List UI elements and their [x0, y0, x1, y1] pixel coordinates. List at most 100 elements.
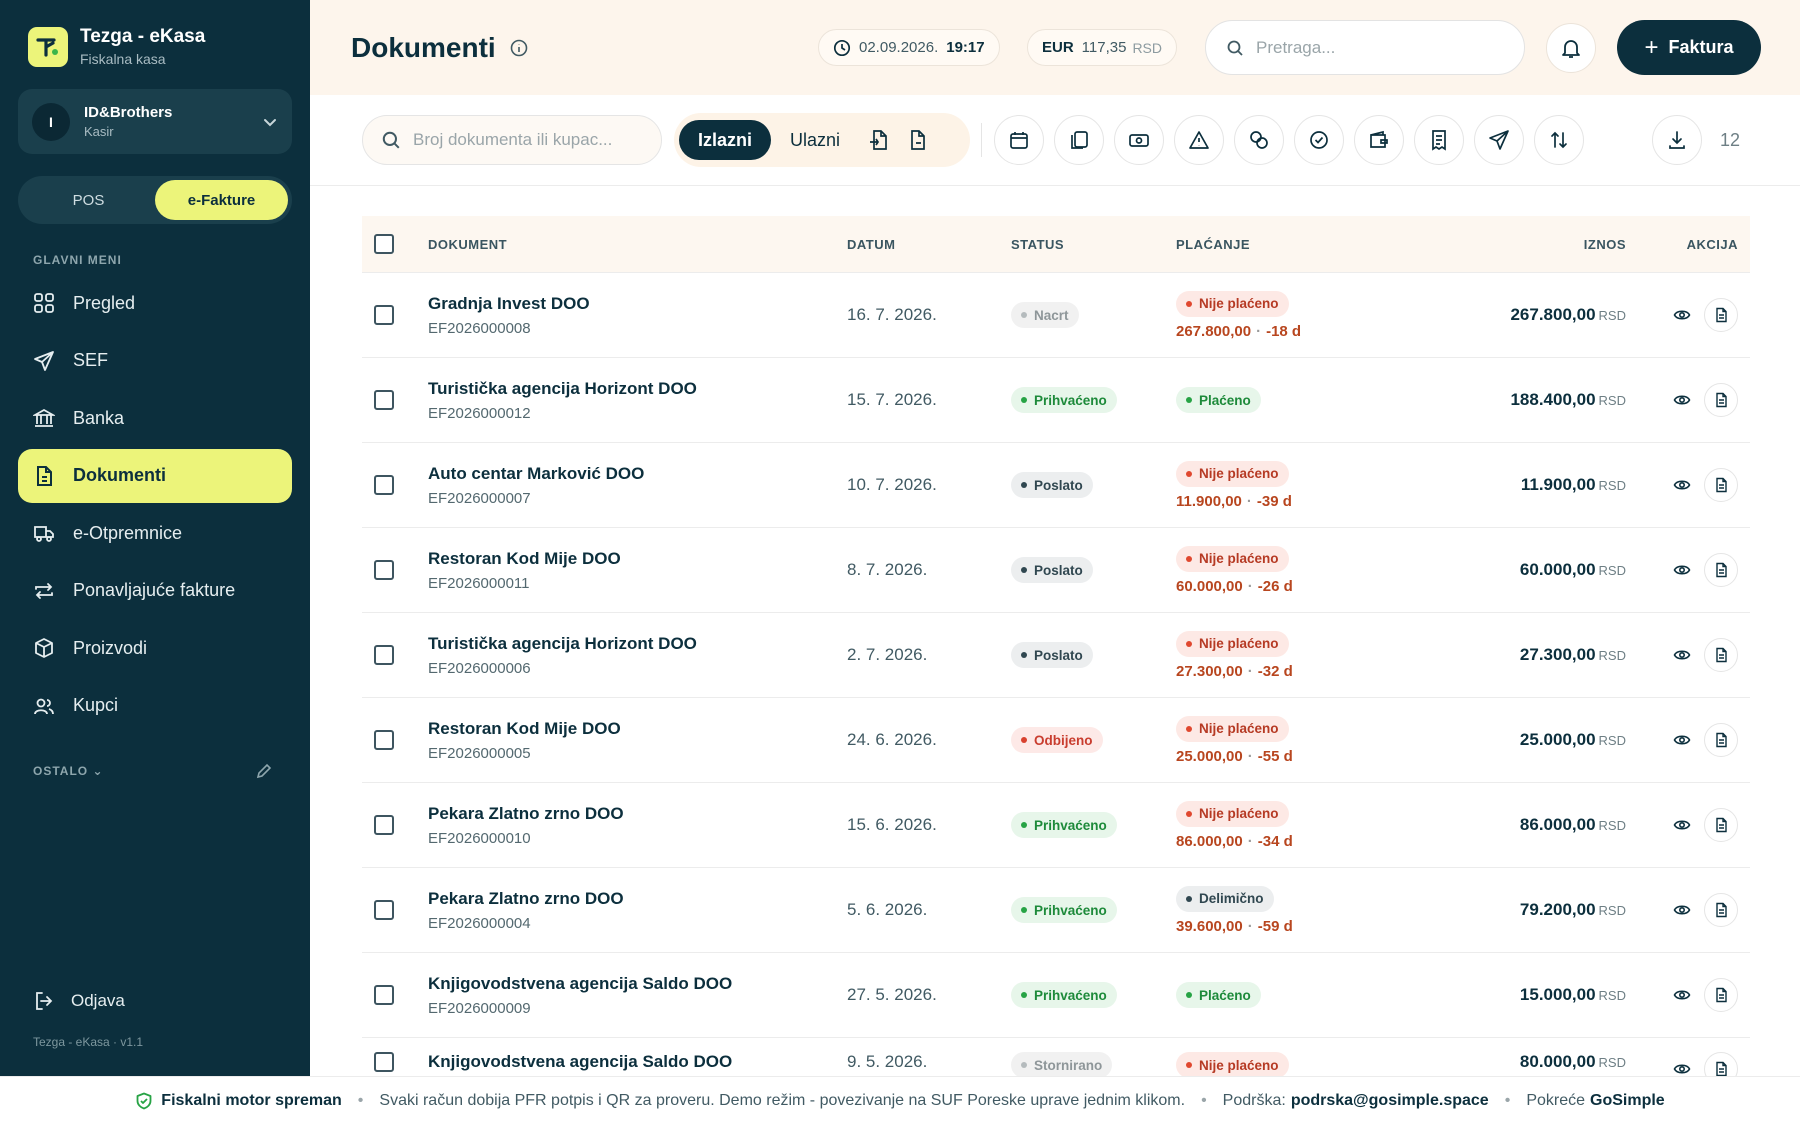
table-row[interactable]: Pekara Zlatno zrno DOO EF2026000004 5. 6. …	[362, 868, 1750, 953]
tab-incoming[interactable]: Ulazni	[771, 120, 859, 160]
table-row[interactable]: Auto centar Marković DOO EF2026000007 10. …	[362, 443, 1750, 528]
filter-coins-button[interactable]	[1234, 115, 1284, 165]
pdf-button[interactable]	[1704, 468, 1738, 502]
global-search-placeholder: Pretraga...	[1256, 37, 1336, 57]
pdf-button[interactable]	[1704, 808, 1738, 842]
mode-efakture-button[interactable]: e-Fakture	[155, 180, 288, 220]
customer-name[interactable]: Turistička agencija Horizont DOO	[428, 379, 847, 399]
other-section-toggle[interactable]: OSTALO ⌄	[33, 764, 104, 778]
edit-icon[interactable]	[255, 762, 273, 780]
table-row[interactable]: Restoran Kod Mije DOO EF2026000011 8. 7. 2…	[362, 528, 1750, 613]
new-invoice-button[interactable]: + Faktura	[1617, 20, 1761, 75]
powered-by-link[interactable]: GoSimple	[1590, 1092, 1665, 1110]
account-switcher[interactable]: I ID&Brothers Kasir	[18, 89, 292, 154]
table-row[interactable]: Knjigovodstvena agencija Saldo DOO EF2026…	[362, 953, 1750, 1038]
row-checkbox[interactable]	[374, 815, 394, 835]
view-button[interactable]	[1666, 724, 1698, 756]
sidebar-item-ponavljajuce-fakture[interactable]: Ponavljajuće fakture	[18, 564, 292, 618]
sidebar-item-proizvodi[interactable]: Proizvodi	[18, 621, 292, 675]
select-all-checkbox[interactable]	[374, 234, 394, 254]
document-search-input[interactable]: Broj dokumenta ili kupac...	[362, 115, 662, 165]
export-document-button[interactable]	[899, 120, 939, 160]
customer-name[interactable]: Auto centar Marković DOO	[428, 464, 847, 484]
sidebar-item-sef[interactable]: SEF	[18, 334, 292, 388]
pdf-button[interactable]	[1704, 723, 1738, 757]
table-row[interactable]: Pekara Zlatno zrno DOO EF2026000010 15. 6.…	[362, 783, 1750, 868]
view-button[interactable]	[1666, 639, 1698, 671]
global-search-input[interactable]: Pretraga...	[1205, 20, 1525, 75]
customer-name[interactable]: Knjigovodstvena agencija Saldo DOO	[428, 1052, 847, 1072]
customer-name[interactable]: Restoran Kod Mije DOO	[428, 719, 847, 739]
avatar: I	[32, 102, 70, 141]
row-checkbox[interactable]	[374, 560, 394, 580]
import-document-button[interactable]	[859, 120, 899, 160]
sidebar-item-e-otpremnice[interactable]: e-Otpremnice	[18, 506, 292, 560]
column-header-document[interactable]: DOKUMENT	[428, 237, 847, 252]
row-checkbox[interactable]	[374, 730, 394, 750]
pdf-button[interactable]	[1704, 893, 1738, 927]
table-row[interactable]: Restoran Kod Mije DOO EF2026000005 24. 6. …	[362, 698, 1750, 783]
view-button[interactable]	[1666, 554, 1698, 586]
support-email-link[interactable]: podrska@gosimple.space	[1291, 1092, 1489, 1110]
tab-outgoing[interactable]: Izlazni	[679, 120, 772, 160]
view-button[interactable]	[1666, 384, 1698, 416]
row-checkbox[interactable]	[374, 645, 394, 665]
column-header-payment[interactable]: PLAĆANJE	[1176, 237, 1428, 252]
filter-accepted-button[interactable]	[1294, 115, 1344, 165]
view-button[interactable]	[1666, 469, 1698, 501]
pdf-button[interactable]	[1704, 638, 1738, 672]
table-header: DOKUMENT DATUM STATUS PLAĆANJE IZNOS AKC…	[362, 216, 1750, 273]
sidebar-item-dokumenti[interactable]: Dokumenti	[18, 448, 292, 503]
amount-currency: RSD	[1598, 648, 1626, 663]
row-checkbox[interactable]	[374, 305, 394, 325]
customer-name[interactable]: Pekara Zlatno zrno DOO	[428, 804, 847, 824]
customer-name[interactable]: Gradnja Invest DOO	[428, 294, 847, 314]
sidebar-item-pregled[interactable]: Pregled	[18, 276, 292, 330]
filter-cash-button[interactable]	[1114, 115, 1164, 165]
logout-button[interactable]: Odjava	[33, 990, 125, 1012]
download-button[interactable]	[1652, 115, 1702, 165]
status-badge: Prihvaćeno	[1011, 897, 1117, 923]
sidebar-item-kupci[interactable]: Kupci	[18, 679, 292, 733]
customer-name[interactable]: Pekara Zlatno zrno DOO	[428, 889, 847, 909]
sort-button[interactable]	[1534, 115, 1584, 165]
row-checkbox[interactable]	[374, 985, 394, 1005]
filter-copies-button[interactable]	[1054, 115, 1104, 165]
customer-name[interactable]: Restoran Kod Mije DOO	[428, 549, 847, 569]
bell-icon	[1562, 40, 1580, 58]
column-header-status[interactable]: STATUS	[1011, 237, 1176, 252]
view-button[interactable]	[1666, 299, 1698, 331]
fiscal-engine-status: Fiskalni motor spreman	[161, 1092, 342, 1109]
pdf-button[interactable]	[1704, 553, 1738, 587]
filter-wallet-button[interactable]	[1354, 115, 1404, 165]
notifications-button[interactable]	[1546, 23, 1596, 73]
filter-sent-button[interactable]	[1474, 115, 1524, 165]
mode-pos-button[interactable]: POS	[22, 180, 155, 220]
pdf-button[interactable]	[1704, 383, 1738, 417]
view-button[interactable]	[1666, 809, 1698, 841]
info-icon[interactable]	[510, 39, 528, 57]
row-checkbox[interactable]	[374, 390, 394, 410]
table-row[interactable]: Turistička agencija Horizont DOO EF202600…	[362, 613, 1750, 698]
view-button[interactable]	[1666, 979, 1698, 1011]
column-header-date[interactable]: DATUM	[847, 237, 1011, 252]
customer-name[interactable]: Knjigovodstvena agencija Saldo DOO	[428, 974, 847, 994]
row-checkbox[interactable]	[374, 900, 394, 920]
column-header-amount[interactable]: IZNOS	[1428, 237, 1626, 252]
filter-receipt-button[interactable]	[1414, 115, 1464, 165]
eye-icon	[1673, 650, 1691, 660]
amount-value: 79.200,00	[1519, 900, 1596, 919]
sidebar-item-banka[interactable]: Banka	[18, 391, 292, 445]
customer-name[interactable]: Turistička agencija Horizont DOO	[428, 634, 847, 654]
filter-warning-button[interactable]	[1174, 115, 1224, 165]
row-checkbox[interactable]	[374, 475, 394, 495]
filter-calendar-button[interactable]	[994, 115, 1044, 165]
pdf-button[interactable]	[1704, 298, 1738, 332]
pdf-button[interactable]	[1704, 978, 1738, 1012]
direction-toggle: Izlazni Ulazni	[674, 113, 970, 167]
table-row[interactable]: Turistička agencija Horizont DOO EF202600…	[362, 358, 1750, 443]
table-row[interactable]: Gradnja Invest DOO EF2026000008 16. 7. 202…	[362, 273, 1750, 358]
view-button[interactable]	[1666, 894, 1698, 926]
row-checkbox[interactable]	[374, 1052, 394, 1072]
sidebar-item-label: Dokumenti	[73, 465, 167, 485]
